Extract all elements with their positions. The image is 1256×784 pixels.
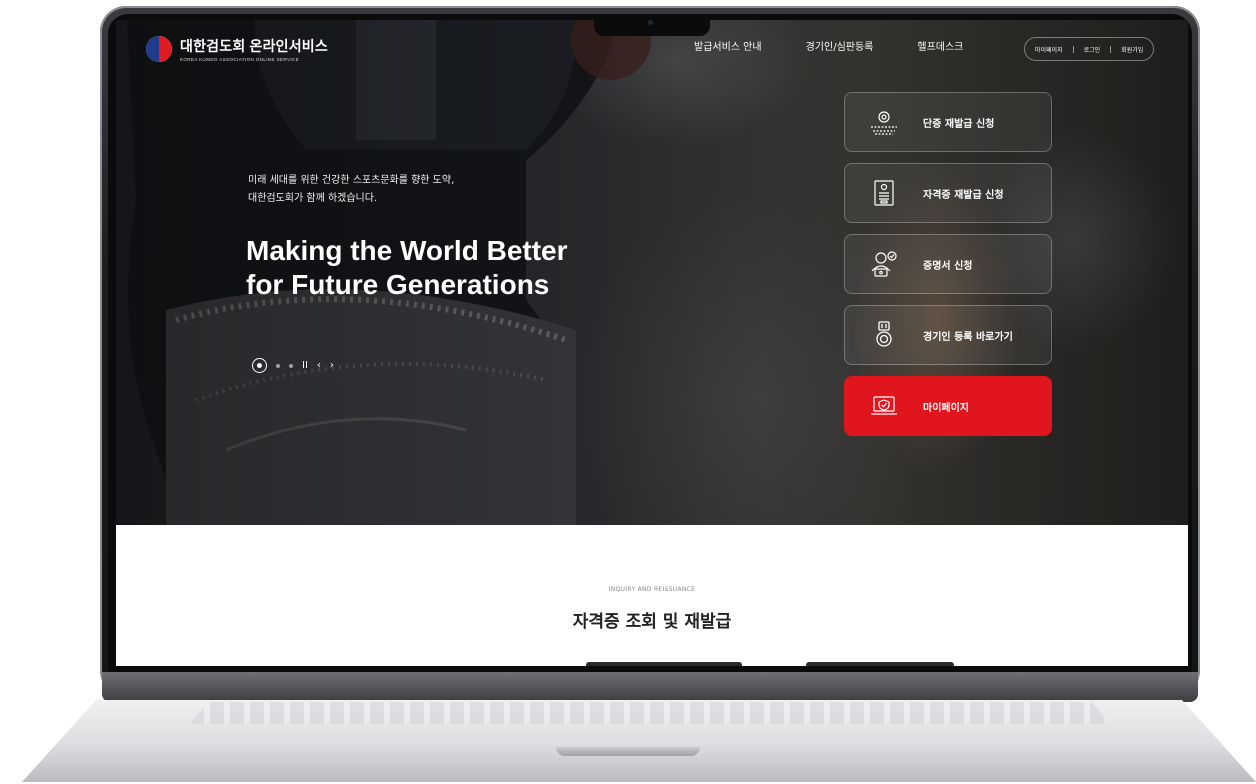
kumdo-emblem-icon [146,36,172,62]
nav-helpdesk[interactable]: 헬프데스크 [917,38,963,53]
section-title: 자격증 조회 및 재발급 [572,612,732,632]
quick-menu: 단증 재발급 신청 자격증 재발급 신청 증명서 신청 경기인 등록 바로가기 … [844,92,1052,436]
site-logo[interactable]: 대한검도회 온라인서비스 KOREA KUMDO ASSOCIATION ONL… [146,36,328,62]
logo-subtitle: KOREA KUMDO ASSOCIATION ONLINE SERVICE [180,57,300,62]
divider [1110,45,1112,53]
hero-tagline: 미래 세대를 위한 건강한 스포츠문화를 향한 도약, 대한검도회가 함께 하겠… [248,172,454,208]
quick-menu-dan-reissue[interactable]: 단증 재발급 신청 [844,92,1052,152]
quick-menu-label: 마이페이지 [923,402,969,414]
section-card-preview [586,662,742,666]
quick-menu-label: 단증 재발급 신청 [923,118,995,130]
laptop-hinge [102,672,1198,702]
prev-slide-button[interactable]: ‹ [317,360,321,371]
camera-icon [648,20,653,25]
logo-title: 대한검도회 온라인서비스 [180,38,328,54]
nav-issuance-guide[interactable]: 발급서비스 안내 [694,38,762,53]
user-check-icon [869,249,899,279]
quick-menu-mypage[interactable]: 마이페이지 [844,376,1052,436]
laptop-trackpad-notch [556,747,700,756]
util-login-link[interactable]: 로그인 [1084,45,1101,54]
quick-menu-license-reissue[interactable]: 자격증 재발급 신청 [844,163,1052,223]
id-document-icon [869,178,899,208]
laptop-keyboard [190,702,1110,724]
quick-menu-label: 자격증 재발급 신청 [923,189,1004,201]
section-card-preview [806,662,954,666]
hero-headline-line2: for Future Generations [246,269,550,300]
hero-headline: Making the World Better for Future Gener… [246,234,568,302]
hero-tagline-line1: 미래 세대를 위한 건강한 스포츠문화를 향한 도약, [248,175,455,186]
quick-menu-player-registration[interactable]: 경기인 등록 바로가기 [844,305,1052,365]
pause-button[interactable]: II [302,360,308,371]
quick-menu-label: 증명서 신청 [923,260,973,272]
hero-tagline-line2: 대한검도회가 함께 하겠습니다. [248,193,378,204]
divider [1072,45,1074,53]
nav-player-referee-registration[interactable]: 경기인/심판등록 [806,38,874,53]
medal-icon [869,320,899,350]
quick-menu-certificate-request[interactable]: 증명서 신청 [844,234,1052,294]
slide-indicator-active[interactable] [252,358,267,373]
hero-headline-line1: Making the World Better [246,235,568,266]
laptop-shield-icon [869,391,899,421]
util-mypage-link[interactable]: 마이페이지 [1035,45,1063,54]
section-eyebrow: INQUIRY AND REISSUANCE [608,586,696,593]
slide-indicator[interactable] [276,363,280,368]
browser-screen: 대한검도회 온라인서비스 KOREA KUMDO ASSOCIATION ONL… [116,20,1188,666]
util-signup-link[interactable]: 회원가입 [1121,45,1143,54]
next-slide-button[interactable]: › [330,360,334,371]
slider-controls: II ‹ › [252,358,334,373]
inquiry-section: INQUIRY AND REISSUANCE 자격증 조회 및 재발급 [116,525,1188,666]
slide-indicator[interactable] [289,363,293,368]
camera-notch [594,14,710,36]
quick-menu-label: 경기인 등록 바로가기 [923,331,1013,343]
utility-menu: 마이페이지 로그인 회원가입 [1024,37,1155,61]
main-nav: 발급서비스 안내 경기인/심판등록 헬프데스크 [694,38,963,53]
certificate-ribbon-icon [869,107,899,137]
